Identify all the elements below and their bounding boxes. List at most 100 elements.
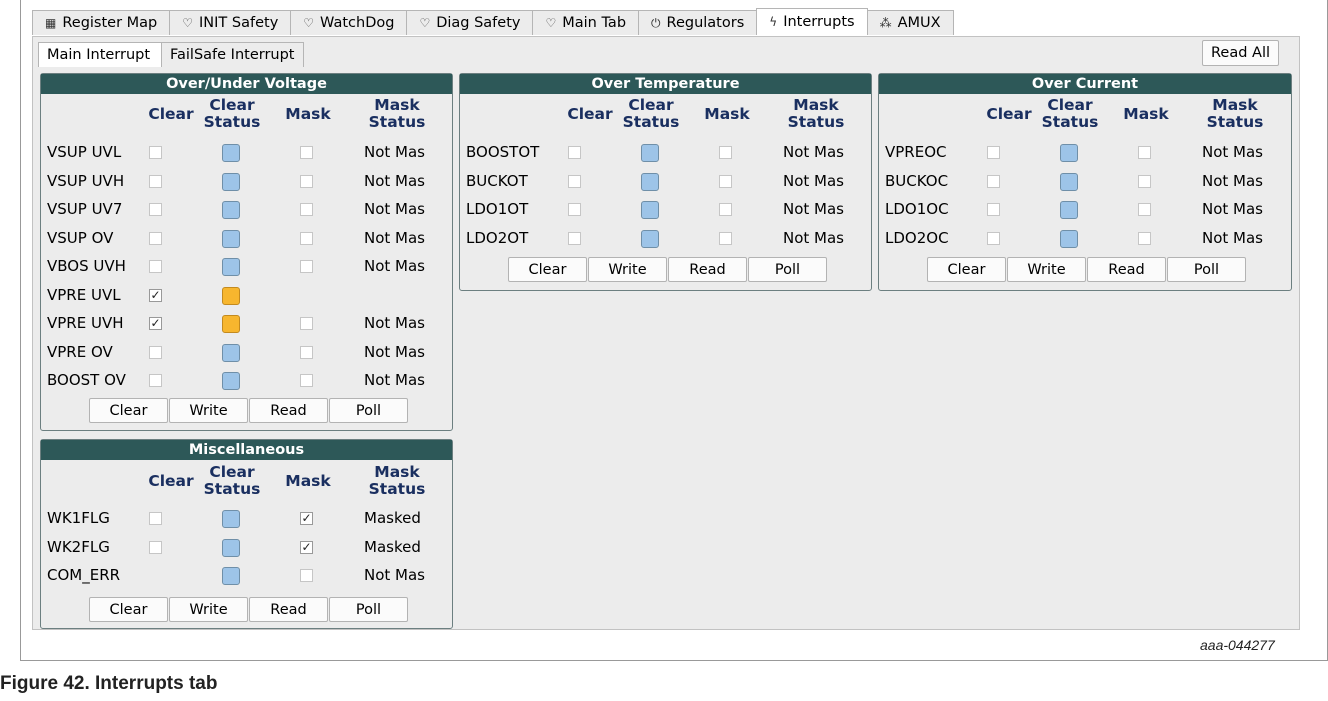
mask-checkbox[interactable] [300, 569, 313, 582]
mask-checkbox[interactable] [300, 317, 313, 330]
row-label: LDO2OC [885, 228, 949, 247]
tab-interrupts[interactable]: ϟ Interrupts [756, 8, 868, 35]
mask-checkbox[interactable] [1138, 203, 1151, 216]
header-mask: Mask [1123, 105, 1169, 123]
clear-status-indicator[interactable] [222, 144, 240, 162]
clear-status-indicator[interactable] [641, 201, 659, 219]
clear-status-indicator[interactable] [222, 343, 240, 362]
clear-checkbox[interactable] [568, 146, 581, 159]
clear-status-indicator[interactable] [222, 201, 240, 219]
group-miscellaneous: Miscellaneous Clear Clear Status Mask Mask St… [40, 439, 453, 629]
mask-checkbox[interactable] [300, 345, 313, 359]
clear-checkbox[interactable] [987, 231, 1000, 245]
mask-checkbox[interactable]: ✓ [300, 540, 313, 554]
clear-checkbox[interactable] [149, 374, 162, 387]
poll-button[interactable]: Poll [1167, 257, 1246, 282]
mask-checkbox[interactable] [1138, 231, 1151, 245]
clear-checkbox[interactable] [149, 174, 162, 188]
tab-main-tab[interactable]: ♡ Main Tab [532, 10, 640, 35]
subtab-failsafe-interrupt[interactable]: FailSafe Interrupt [161, 42, 304, 67]
clear-checkbox[interactable]: ✓ [149, 317, 162, 330]
mask-checkbox[interactable] [300, 231, 313, 245]
poll-button[interactable]: Poll [748, 257, 827, 282]
clear-status-indicator[interactable] [1060, 201, 1078, 219]
tab-amux[interactable]: ⁂ AMUX [866, 10, 954, 35]
clear-checkbox[interactable] [568, 231, 581, 245]
clear-status-indicator[interactable] [222, 286, 240, 305]
mask-checkbox[interactable] [1138, 174, 1151, 188]
clear-button[interactable]: Clear [89, 597, 168, 622]
clear-checkbox[interactable] [149, 540, 162, 554]
mask-checkbox[interactable] [1138, 146, 1151, 159]
read-all-button[interactable]: Read All [1202, 40, 1279, 66]
poll-button[interactable]: Poll [329, 597, 408, 622]
poll-button[interactable]: Poll [329, 398, 408, 423]
read-button[interactable]: Read [668, 257, 747, 282]
clear-checkbox[interactable] [149, 345, 162, 359]
mask-status-text: Not Mas [783, 143, 844, 161]
mask-status-text: Not Mas [783, 200, 844, 218]
clear-checkbox[interactable] [987, 174, 1000, 188]
mask-status-text: Not Mas [364, 171, 425, 190]
clear-checkbox[interactable]: ✓ [149, 288, 162, 302]
tab-label: Regulators [666, 15, 745, 31]
clear-status-indicator[interactable] [1060, 229, 1078, 248]
clear-status-indicator[interactable] [222, 258, 240, 276]
clear-status-indicator[interactable] [641, 229, 659, 248]
clear-button[interactable]: Clear [508, 257, 587, 282]
clear-checkbox[interactable] [149, 512, 162, 525]
clear-status-indicator[interactable] [222, 567, 240, 585]
clear-status-indicator[interactable] [641, 144, 659, 162]
write-button[interactable]: Write [169, 597, 248, 622]
header-clear-status: Clear Status [197, 464, 267, 498]
tab-init-safety[interactable]: ♡ INIT Safety [169, 10, 292, 35]
clear-checkbox[interactable] [149, 260, 162, 273]
clear-checkbox[interactable] [568, 203, 581, 216]
mask-checkbox[interactable] [719, 203, 732, 216]
clear-button[interactable]: Clear [927, 257, 1006, 282]
clear-status-indicator[interactable] [222, 315, 240, 333]
mask-checkbox[interactable]: ✓ [300, 512, 313, 525]
write-button[interactable]: Write [169, 398, 248, 423]
clear-checkbox[interactable] [987, 203, 1000, 216]
header-line: Status [1041, 113, 1099, 131]
tab-diag-safety[interactable]: ♡ Diag Safety [406, 10, 534, 35]
clear-status-indicator[interactable] [222, 510, 240, 528]
write-button[interactable]: Write [1007, 257, 1086, 282]
clear-status-indicator[interactable] [222, 172, 240, 191]
clear-checkbox[interactable] [568, 174, 581, 188]
clear-checkbox[interactable] [149, 203, 162, 216]
read-button[interactable]: Read [249, 597, 328, 622]
clear-status-indicator[interactable] [222, 229, 240, 248]
clear-status-indicator[interactable] [1060, 144, 1078, 162]
header-clear: Clear [986, 105, 1032, 123]
mask-checkbox[interactable] [300, 260, 313, 273]
mask-checkbox[interactable] [300, 146, 313, 159]
mask-checkbox[interactable] [719, 146, 732, 159]
subtab-main-interrupt[interactable]: Main Interrupt [38, 42, 162, 67]
clear-checkbox[interactable] [149, 146, 162, 159]
mask-checkbox[interactable] [719, 231, 732, 245]
mask-checkbox[interactable] [300, 374, 313, 387]
clear-status-indicator[interactable] [222, 538, 240, 557]
read-button[interactable]: Read [249, 398, 328, 423]
clear-button[interactable]: Clear [89, 398, 168, 423]
tab-regulators[interactable]: ⏻ Regulators [638, 10, 758, 35]
mask-checkbox[interactable] [300, 174, 313, 188]
mask-checkbox[interactable] [719, 174, 732, 188]
tab-register-map[interactable]: ▦ Register Map [32, 10, 171, 35]
read-button[interactable]: Read [1087, 257, 1166, 282]
header-mask: Mask [285, 472, 331, 490]
clear-status-indicator[interactable] [641, 172, 659, 191]
tab-watchdog[interactable]: ♡ WatchDog [290, 10, 408, 35]
shield-icon: ♡ [419, 16, 431, 30]
clear-checkbox[interactable] [987, 146, 1000, 159]
mask-status-text: Not Mas [783, 171, 844, 190]
header-mask: Mask [704, 105, 750, 123]
clear-status-indicator[interactable] [1060, 172, 1078, 191]
mask-checkbox[interactable] [300, 203, 313, 216]
row-label: VPRE OV [47, 342, 113, 361]
clear-status-indicator[interactable] [222, 372, 240, 390]
clear-checkbox[interactable] [149, 231, 162, 245]
write-button[interactable]: Write [588, 257, 667, 282]
